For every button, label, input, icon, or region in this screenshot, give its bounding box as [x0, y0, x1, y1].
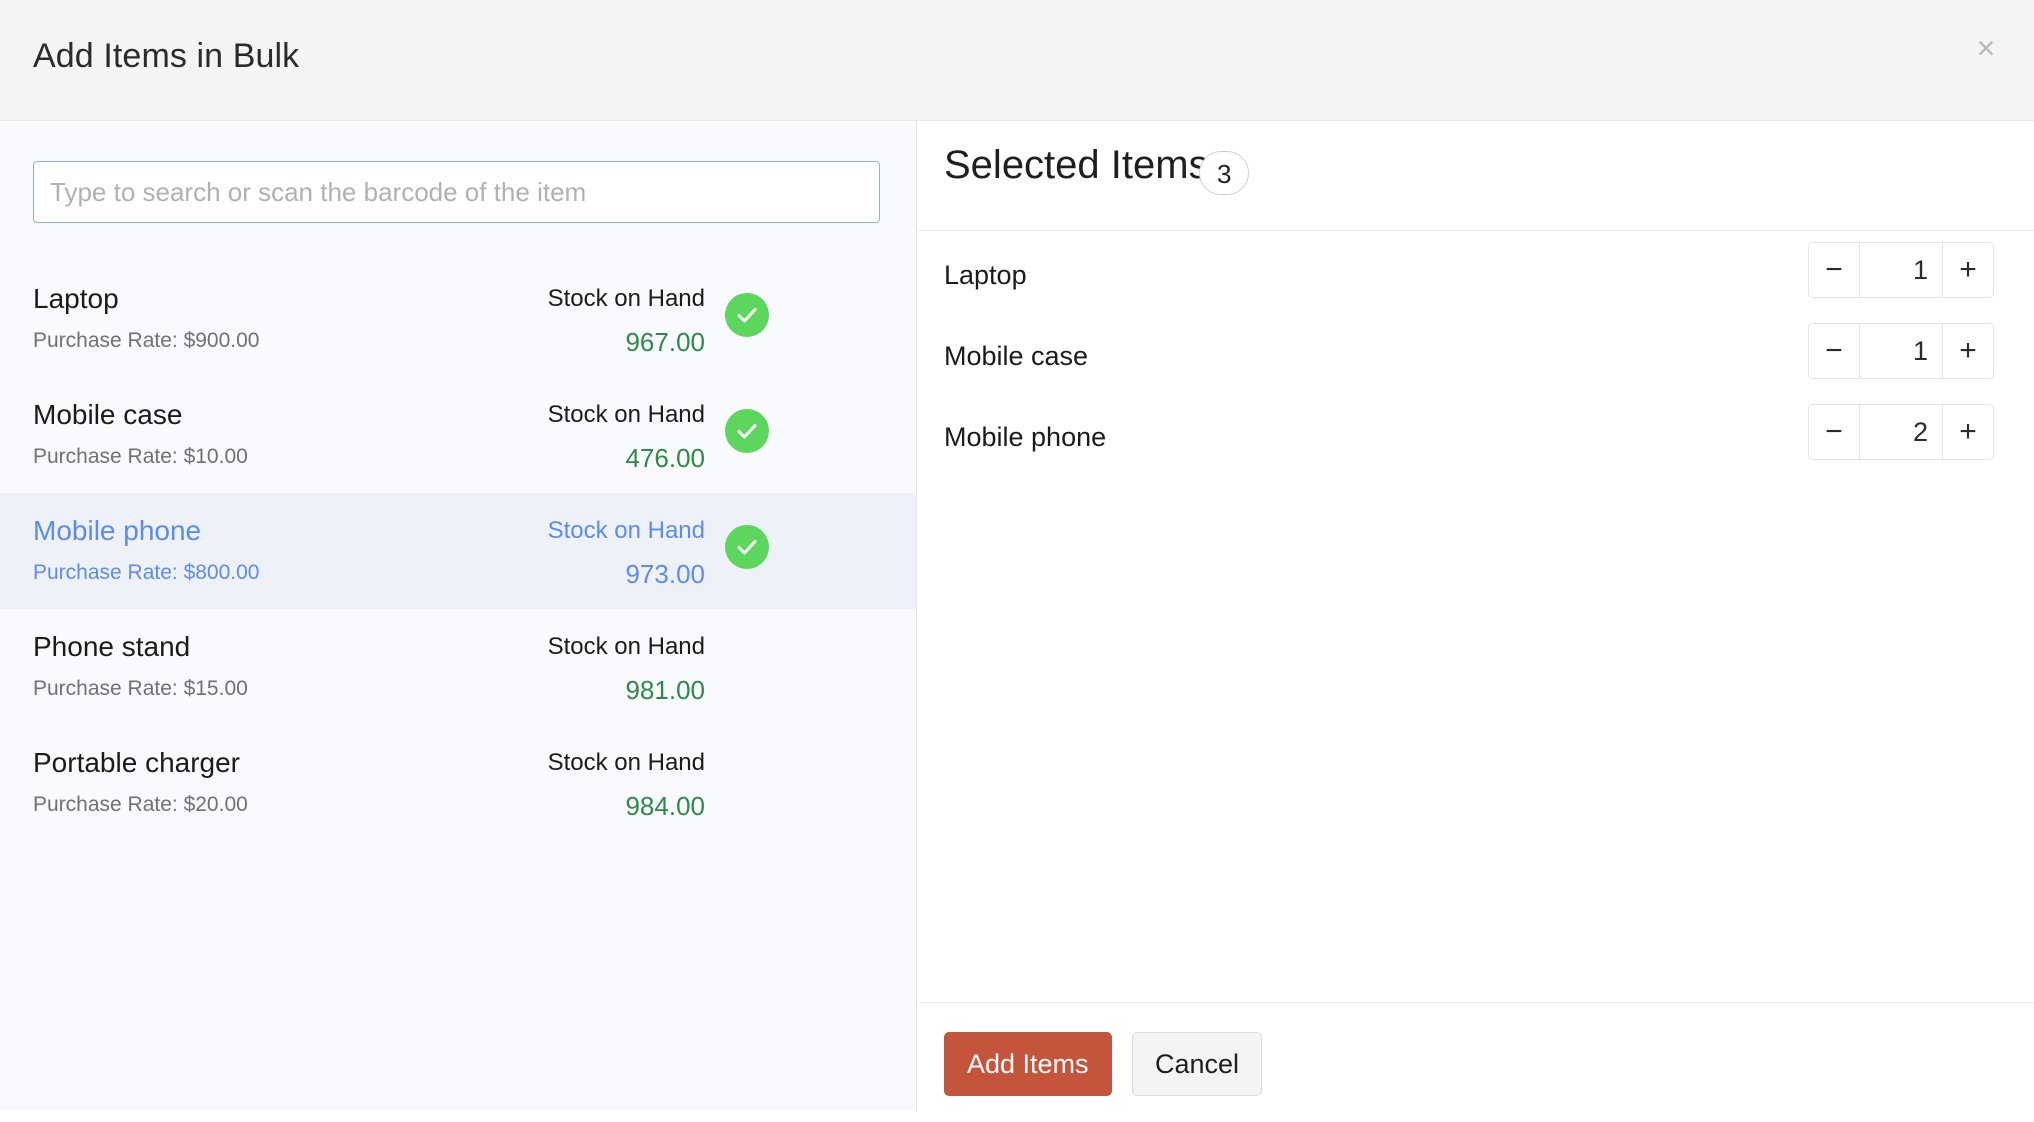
item-purchase-rate: Purchase Rate: $20.00	[33, 793, 248, 817]
selected-items-title: Selected Items	[944, 143, 1209, 188]
selected-items-header: Selected Items 3	[918, 121, 2034, 231]
check-circle-icon[interactable]	[725, 525, 769, 569]
table-row: Mobile phone − +	[918, 404, 2034, 472]
search-input[interactable]	[34, 162, 879, 222]
item-purchase-rate: Purchase Rate: $900.00	[33, 329, 260, 353]
quantity-input[interactable]	[1860, 243, 1942, 297]
add-items-button[interactable]: Add Items	[944, 1032, 1112, 1096]
page-title: Add Items in Bulk	[33, 37, 299, 76]
list-item[interactable]: Portable charger Purchase Rate: $20.00 S…	[0, 725, 917, 841]
modal-header: Add Items in Bulk ×	[0, 0, 2034, 121]
increment-button[interactable]: +	[1942, 324, 1993, 378]
quantity-stepper: − +	[1808, 323, 1994, 379]
selected-item-name: Mobile phone	[944, 422, 1106, 453]
quantity-stepper: − +	[1808, 242, 1994, 298]
stock-on-hand-label: Stock on Hand	[548, 285, 705, 313]
list-item[interactable]: Phone stand Purchase Rate: $15.00 Stock …	[0, 609, 917, 725]
increment-button[interactable]: +	[1942, 405, 1993, 459]
cancel-button[interactable]: Cancel	[1132, 1032, 1262, 1096]
increment-button[interactable]: +	[1942, 243, 1993, 297]
stock-on-hand-value: 476.00	[625, 443, 705, 474]
selected-item-name: Mobile case	[944, 341, 1088, 372]
item-name: Portable charger	[33, 747, 240, 779]
search-field-wrapper	[33, 161, 880, 223]
selected-items-list: Laptop − + Mobile case − +	[918, 231, 2034, 472]
table-row: Mobile case − +	[918, 323, 2034, 391]
modal-body: Laptop Purchase Rate: $900.00 Stock on H…	[0, 121, 2034, 1122]
close-icon[interactable]: ×	[1964, 26, 2008, 70]
list-item[interactable]: Laptop Purchase Rate: $900.00 Stock on H…	[0, 261, 917, 377]
item-results-list: Laptop Purchase Rate: $900.00 Stock on H…	[0, 261, 917, 841]
check-circle-icon[interactable]	[725, 293, 769, 337]
stock-on-hand-label: Stock on Hand	[548, 633, 705, 661]
quantity-input[interactable]	[1860, 405, 1942, 459]
stock-on-hand-value: 981.00	[625, 675, 705, 706]
item-name: Mobile case	[33, 399, 182, 431]
item-name: Laptop	[33, 283, 119, 315]
table-row: Laptop − +	[918, 242, 2034, 310]
item-purchase-rate: Purchase Rate: $800.00	[33, 561, 260, 585]
add-items-bulk-modal: Add Items in Bulk × Laptop Purchase Rate…	[0, 0, 2034, 1122]
stock-on-hand-label: Stock on Hand	[548, 401, 705, 429]
check-circle-icon[interactable]	[725, 409, 769, 453]
stock-on-hand-label: Stock on Hand	[548, 749, 705, 777]
selected-count-badge: 3	[1199, 151, 1249, 195]
list-item[interactable]: Mobile phone Purchase Rate: $800.00 Stoc…	[0, 493, 917, 609]
stock-on-hand-label: Stock on Hand	[548, 517, 705, 545]
item-name: Phone stand	[33, 631, 190, 663]
stock-on-hand-value: 984.00	[625, 791, 705, 822]
item-purchase-rate: Purchase Rate: $10.00	[33, 445, 248, 469]
quantity-input[interactable]	[1860, 324, 1942, 378]
selected-item-name: Laptop	[944, 260, 1027, 291]
item-name: Mobile phone	[33, 515, 201, 547]
quantity-stepper: − +	[1808, 404, 1994, 460]
stock-on-hand-value: 967.00	[625, 327, 705, 358]
item-search-panel: Laptop Purchase Rate: $900.00 Stock on H…	[0, 121, 917, 1111]
list-item[interactable]: Mobile case Purchase Rate: $10.00 Stock …	[0, 377, 917, 493]
modal-footer: Add Items Cancel	[918, 1002, 2034, 1122]
decrement-button[interactable]: −	[1809, 243, 1860, 297]
stock-on-hand-value: 973.00	[625, 559, 705, 590]
decrement-button[interactable]: −	[1809, 324, 1860, 378]
decrement-button[interactable]: −	[1809, 405, 1860, 459]
selected-items-panel: Selected Items 3 Laptop − + Mobile case …	[918, 121, 2034, 1122]
item-purchase-rate: Purchase Rate: $15.00	[33, 677, 248, 701]
